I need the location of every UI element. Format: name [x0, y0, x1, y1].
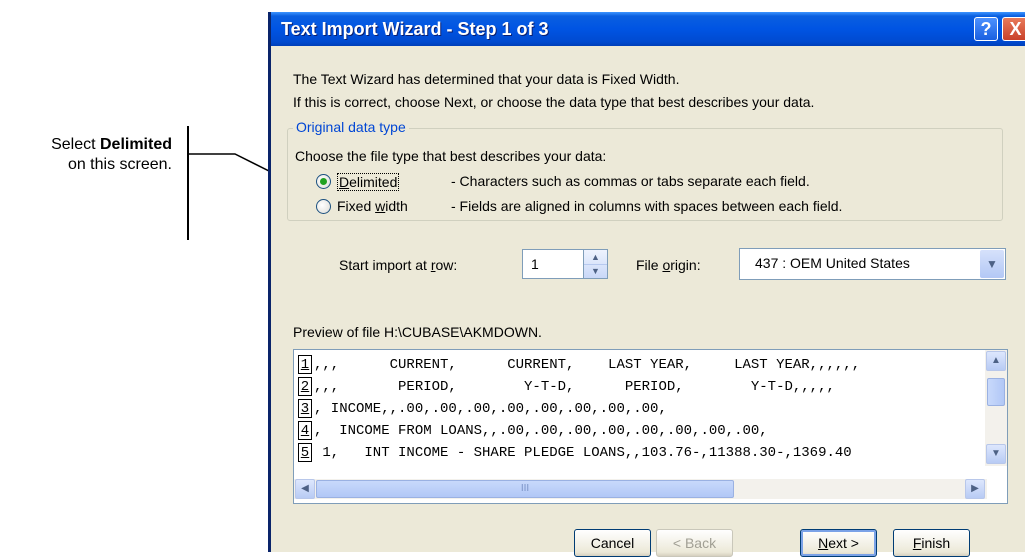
- fixed-width-radio[interactable]: [316, 199, 331, 214]
- preview-line-number: 4: [298, 421, 312, 440]
- scroll-down-icon[interactable]: ▼: [986, 444, 1006, 464]
- delimited-label[interactable]: Delimited: [337, 173, 400, 191]
- horizontal-scrollbar[interactable]: ◀ III ▶: [294, 479, 987, 499]
- close-button[interactable]: X: [1002, 17, 1025, 41]
- help-button[interactable]: ?: [974, 17, 998, 41]
- file-origin-value: 437 : OEM United States: [755, 255, 910, 271]
- scroll-up-icon[interactable]: ▲: [986, 351, 1006, 371]
- group-legend: Original data type: [293, 119, 409, 135]
- preview-line-text: ,,, CURRENT, CURRENT, LAST YEAR, LAST YE…: [314, 357, 861, 373]
- vertical-scrollbar[interactable]: ▲ ▼: [985, 350, 1007, 466]
- preview-line-number: 1: [298, 355, 312, 374]
- start-row-input[interactable]: 1: [522, 249, 584, 279]
- file-origin-select[interactable]: 437 : OEM United States ▼: [739, 248, 1006, 280]
- fixed-width-label[interactable]: Fixed width: [337, 198, 408, 214]
- preview-content: 1,,, CURRENT, CURRENT, LAST YEAR, LAST Y…: [298, 354, 984, 466]
- spin-up-icon[interactable]: ▲: [584, 250, 607, 265]
- preview-line: 3, INCOME,,.00,.00,.00,.00,.00,.00,.00,.…: [298, 398, 984, 420]
- delimited-radio[interactable]: [316, 174, 331, 189]
- chevron-down-icon[interactable]: ▼: [980, 250, 1004, 278]
- preview-line-number: 5: [298, 443, 312, 462]
- preview-line: 4, INCOME FROM LOANS,,.00,.00,.00,.00,.0…: [298, 420, 984, 442]
- preview-line-text: 1, INT INCOME - SHARE PLEDGE LOANS,,103.…: [314, 445, 852, 461]
- cancel-button[interactable]: Cancel: [574, 529, 651, 557]
- delimited-description: - Characters such as commas or tabs sepa…: [451, 173, 810, 189]
- text-import-wizard-dialog: Text Import Wizard - Step 1 of 3 ? X The…: [268, 12, 1025, 557]
- callout-arrow: [189, 153, 284, 179]
- vertical-scroll-thumb[interactable]: [987, 378, 1005, 406]
- preview-line-number: 2: [298, 377, 312, 396]
- spin-down-icon[interactable]: ▼: [584, 264, 607, 278]
- preview-line-text: ,,, PERIOD, Y-T-D, PERIOD, Y-T-D,,,,,: [314, 379, 835, 395]
- preview-line: 1,,, CURRENT, CURRENT, LAST YEAR, LAST Y…: [298, 354, 984, 376]
- radio-selected-dot: [320, 178, 327, 185]
- start-row-label: Start import at row:: [339, 257, 458, 273]
- next-button[interactable]: Next >: [800, 529, 877, 557]
- file-preview[interactable]: 1,,, CURRENT, CURRENT, LAST YEAR, LAST Y…: [293, 349, 1008, 504]
- scroll-left-icon[interactable]: ◀: [295, 479, 315, 499]
- file-origin-label: File origin:: [636, 257, 701, 273]
- description-line-2: If this is correct, choose Next, or choo…: [293, 94, 815, 110]
- fixed-width-description: - Fields are aligned in columns with spa…: [451, 198, 843, 214]
- preview-line: 2,,, PERIOD, Y-T-D, PERIOD, Y-T-D,,,,,: [298, 376, 984, 398]
- back-button[interactable]: < Back: [656, 529, 733, 557]
- finish-button[interactable]: Finish: [893, 529, 970, 557]
- preview-line: 5 1, INT INCOME - SHARE PLEDGE LOANS,,10…: [298, 442, 984, 464]
- title-bar[interactable]: Text Import Wizard - Step 1 of 3 ? X: [271, 12, 1025, 46]
- scroll-right-icon[interactable]: ▶: [965, 479, 985, 499]
- preview-label: Preview of file H:\CUBASE\AKMDOWN.: [293, 324, 542, 340]
- horizontal-scroll-thumb[interactable]: III: [316, 480, 734, 498]
- preview-line-text: , INCOME,,.00,.00,.00,.00,.00,.00,.00,.0…: [314, 401, 667, 417]
- group-prompt: Choose the file type that best describes…: [295, 148, 607, 164]
- description-line-1: The Text Wizard has determined that your…: [293, 71, 680, 87]
- start-row-spinner[interactable]: ▲ ▼: [584, 249, 608, 279]
- preview-line-text: , INCOME FROM LOANS,,.00,.00,.00,.00,.00…: [314, 423, 768, 439]
- preview-line-number: 3: [298, 399, 312, 418]
- dialog-title: Text Import Wizard - Step 1 of 3: [281, 19, 549, 39]
